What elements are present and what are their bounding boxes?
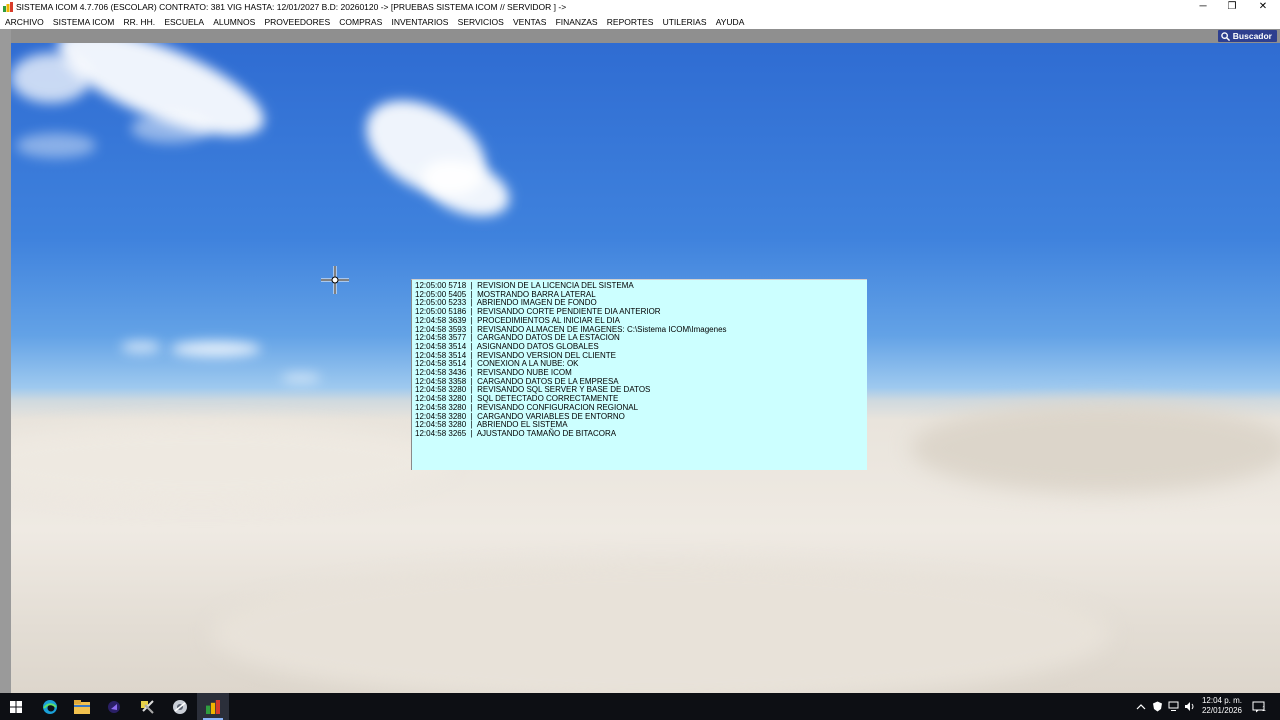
- menu-alumnos[interactable]: ALUMNOS: [209, 17, 260, 27]
- menu-utilerias[interactable]: UTILERIAS: [658, 17, 711, 27]
- taskbar-browser[interactable]: [164, 693, 196, 720]
- move-cursor-icon: [321, 266, 349, 294]
- side-strip: [0, 29, 11, 693]
- toolbar-strip: [0, 29, 1280, 43]
- menu-ayuda[interactable]: AYUDA: [711, 17, 749, 27]
- title-bar: SISTEMA ICOM 4.7.706 (ESCOLAR) CONTRATO:…: [0, 0, 1280, 14]
- taskbar-visual-studio[interactable]: [98, 693, 130, 720]
- menu-servicios[interactable]: SERVICIOS: [453, 17, 508, 27]
- menu-finanzas[interactable]: FINANZAS: [551, 17, 602, 27]
- taskbar-sistema-icom[interactable]: [197, 693, 229, 720]
- minimize-button[interactable]: ─: [1189, 0, 1217, 14]
- restore-button[interactable]: ❐: [1218, 0, 1246, 14]
- close-button[interactable]: ✕: [1249, 0, 1277, 14]
- menu-rrhh[interactable]: RR. HH.: [119, 17, 160, 27]
- menu-archivo[interactable]: ARCHIVO: [0, 17, 48, 27]
- browser-icon: [173, 699, 187, 714]
- taskbar-file-explorer[interactable]: [66, 693, 98, 720]
- menu-ventas[interactable]: VENTAS: [508, 17, 551, 27]
- clock-date: 22/01/2026: [1201, 706, 1243, 715]
- notification-count: 1: [1262, 706, 1266, 713]
- menu-inventarios[interactable]: INVENTARIOS: [387, 17, 453, 27]
- log-panel: 12:05:00 5718 | REVISION DE LA LICENCIA …: [411, 279, 867, 470]
- menu-compras[interactable]: COMPRAS: [335, 17, 387, 27]
- taskbar-tool[interactable]: [131, 693, 163, 720]
- file-explorer-icon: [74, 699, 90, 714]
- app-icon: [3, 2, 13, 12]
- clock-time: 12:04 p. m.: [1201, 696, 1243, 705]
- taskbar: [0, 693, 1280, 720]
- notifications-button[interactable]: 1: [1252, 693, 1266, 720]
- search-icon: [1221, 31, 1230, 41]
- sistema-icom-icon: [206, 699, 220, 714]
- vs-icon: [108, 700, 120, 713]
- system-clock[interactable]: 12:04 p. m. 22/01/2026: [1198, 696, 1246, 716]
- menu-proveedores[interactable]: PROVEEDORES: [260, 17, 335, 27]
- security-tray-icon[interactable]: [1152, 693, 1163, 720]
- edge-icon: [43, 699, 57, 714]
- menu-sistema-icom[interactable]: SISTEMA ICOM: [48, 17, 119, 27]
- tray-chevron-icon[interactable]: [1136, 693, 1146, 720]
- menu-reportes[interactable]: REPORTES: [602, 17, 658, 27]
- start-button[interactable]: [0, 693, 32, 720]
- windows-start-icon: [10, 700, 22, 713]
- window-title: SISTEMA ICOM 4.7.706 (ESCOLAR) CONTRATO:…: [16, 2, 567, 12]
- volume-tray-icon[interactable]: [1184, 693, 1195, 720]
- menu-bar: ARCHIVO SISTEMA ICOM RR. HH. ESCUELA ALU…: [0, 14, 1280, 29]
- tool-icon: [141, 699, 154, 714]
- buscador-button[interactable]: Buscador: [1217, 30, 1277, 42]
- buscador-label: Buscador: [1232, 31, 1272, 41]
- log-list: 12:05:00 5718 | REVISION DE LA LICENCIA …: [412, 280, 867, 439]
- network-tray-icon[interactable]: [1168, 693, 1180, 720]
- menu-escuela[interactable]: ESCUELA: [160, 17, 209, 27]
- taskbar-edge[interactable]: [34, 693, 66, 720]
- log-line: 12:04:58 3265 | AJUSTANDO TAMAÑO DE BITA…: [415, 428, 617, 438]
